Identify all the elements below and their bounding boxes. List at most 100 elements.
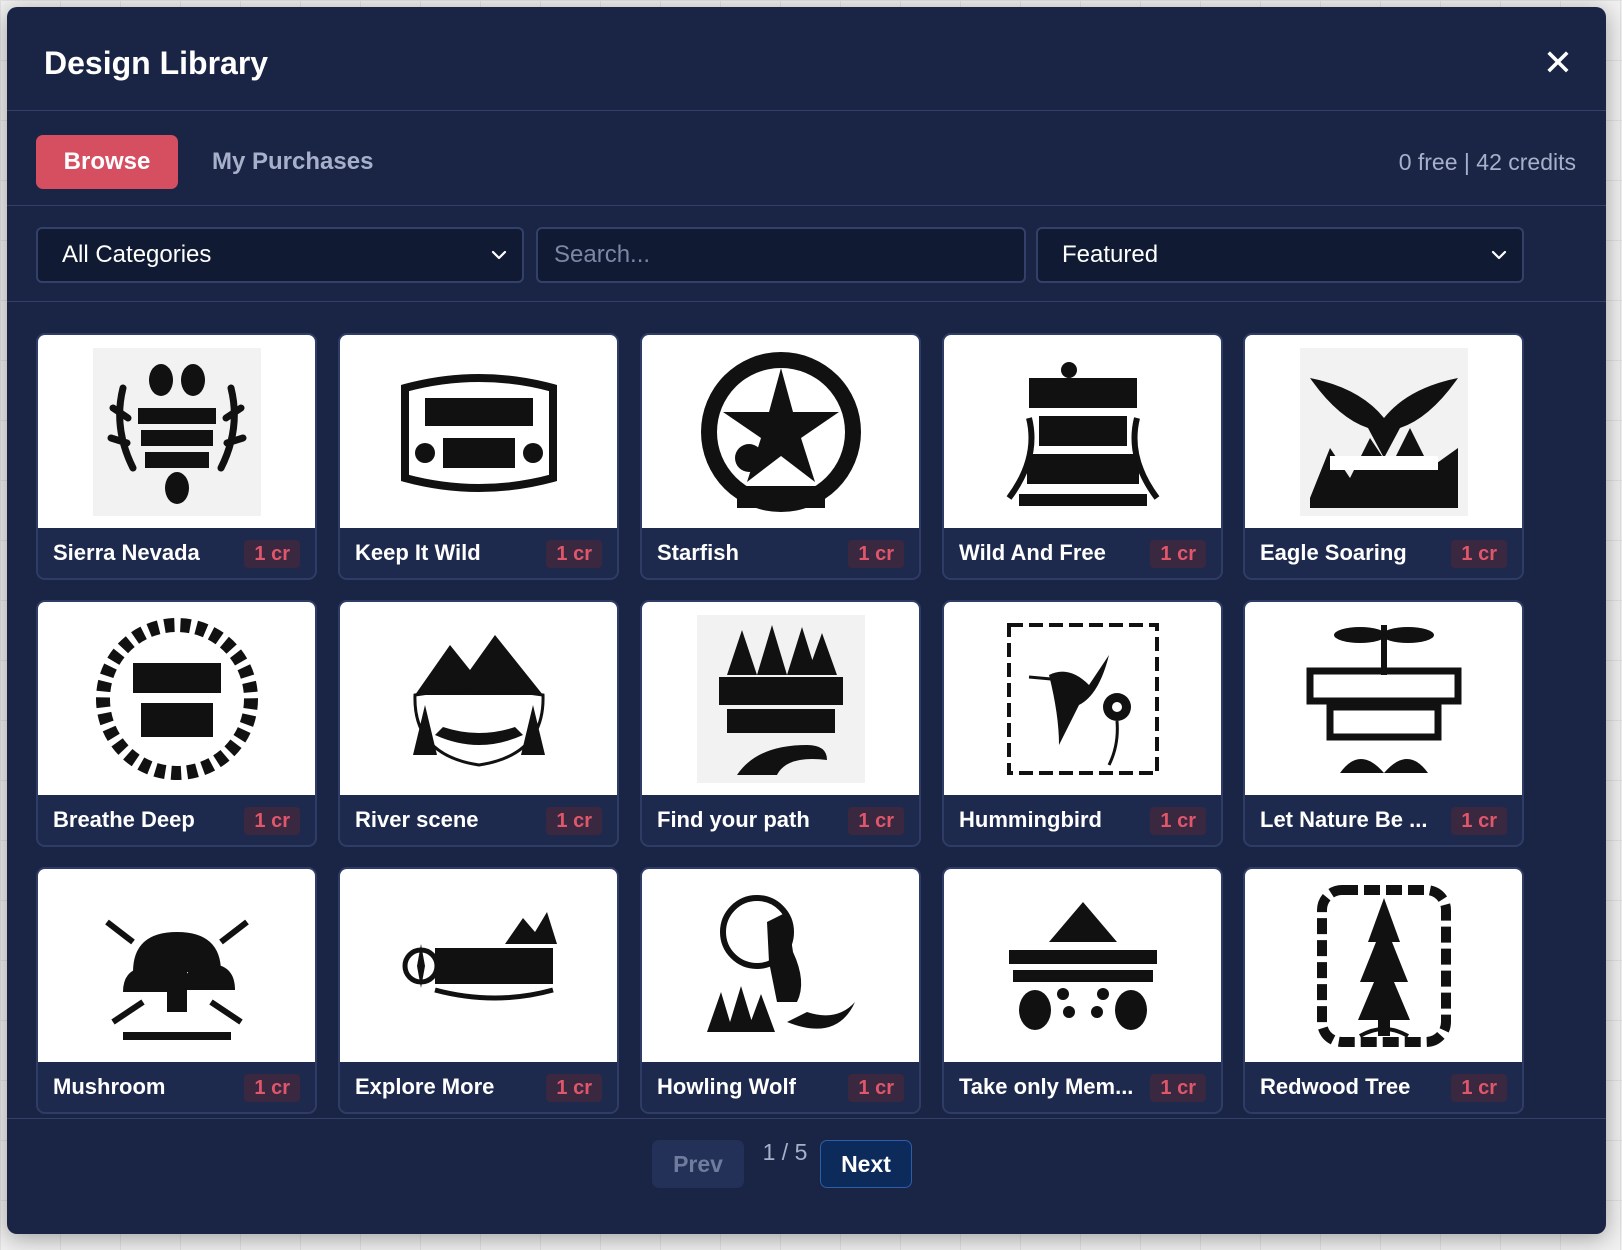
design-card-footer: Explore More 1 cr (340, 1062, 617, 1112)
design-thumbnail (340, 335, 617, 528)
design-name: Howling Wolf (657, 1074, 796, 1099)
design-thumbnail (944, 602, 1221, 795)
design-thumbnail (1245, 335, 1522, 528)
category-select[interactable]: All Categories (36, 227, 524, 283)
price-badge: 1 cr (244, 540, 300, 568)
page-indicator: 1 / 5 (762, 1139, 808, 1165)
design-card-footer: Redwood Tree 1 cr (1245, 1062, 1522, 1112)
design-card[interactable]: Let Nature Be ... 1 cr (1243, 600, 1524, 847)
pagination: Prev 1 / 5 Next (7, 1118, 1606, 1234)
price-badge: 1 cr (1150, 540, 1206, 568)
mountain-canoe-icon (412, 634, 545, 767)
design-name: River scene (355, 807, 479, 832)
price-badge: 1 cr (848, 807, 904, 835)
antlers-pinecone-icon (92, 347, 261, 516)
design-thumbnail (38, 335, 315, 528)
forest-path-icon (696, 614, 865, 783)
design-card-footer: Keep It Wild 1 cr (340, 528, 617, 578)
design-card[interactable]: Find your path 1 cr (640, 600, 921, 847)
design-card[interactable]: Redwood Tree 1 cr (1243, 867, 1524, 1114)
design-card[interactable]: Breathe Deep 1 cr (36, 600, 317, 847)
next-button[interactable]: Next (820, 1140, 912, 1188)
sort-select[interactable]: Featured (1036, 227, 1524, 283)
design-card[interactable]: River scene 1 cr (338, 600, 619, 847)
design-card-footer: Find your path 1 cr (642, 795, 919, 845)
design-thumbnail (38, 602, 315, 795)
price-badge: 1 cr (1150, 807, 1206, 835)
design-card-footer: Breathe Deep 1 cr (38, 795, 315, 845)
design-card-footer: Take only Mem... 1 cr (944, 1062, 1221, 1112)
design-thumbnail (340, 602, 617, 795)
design-card[interactable]: Wild And Free 1 cr (942, 333, 1223, 580)
search-input[interactable] (538, 229, 1024, 281)
price-badge: 1 cr (546, 1074, 602, 1102)
design-card-footer: Howling Wolf 1 cr (642, 1062, 919, 1112)
eagle-icon (1299, 347, 1468, 516)
compass-mountain-icon (402, 911, 557, 1000)
tab-my-purchases[interactable]: My Purchases (212, 135, 373, 189)
design-card-footer: Starfish 1 cr (642, 528, 919, 578)
category-select-value: All Categories (62, 241, 212, 268)
design-card[interactable]: Eagle Soaring 1 cr (1243, 333, 1524, 580)
design-card[interactable]: Keep It Wild 1 cr (338, 333, 619, 580)
price-badge: 1 cr (1451, 540, 1507, 568)
design-thumbnail (38, 869, 315, 1062)
tab-browse[interactable]: Browse (36, 135, 178, 189)
sort-select-value: Featured (1062, 241, 1159, 268)
design-thumbnail (944, 869, 1221, 1062)
design-name: Find your path (657, 807, 810, 832)
design-name: Keep It Wild (355, 540, 481, 565)
mushroom-icon (104, 919, 249, 1040)
design-thumbnail (642, 602, 919, 795)
design-thumbnail (1245, 602, 1522, 795)
price-badge: 1 cr (244, 1074, 300, 1102)
design-name: Explore More (355, 1074, 495, 1099)
footprints-icon (1008, 901, 1157, 1030)
design-thumbnail (642, 869, 919, 1062)
chevron-down-icon (1491, 250, 1507, 260)
design-name: Mushroom (53, 1074, 166, 1099)
design-card-footer: Sierra Nevada 1 cr (38, 528, 315, 578)
design-name: Eagle Soaring (1260, 540, 1407, 565)
modal-header: Design Library ✕ (7, 7, 1606, 111)
wolf-moon-icon (706, 894, 855, 1032)
design-card[interactable]: Explore More 1 cr (338, 867, 619, 1114)
dragonfly-icon (1306, 624, 1461, 773)
design-card[interactable]: Take only Mem... 1 cr (942, 867, 1223, 1114)
design-card-footer: Mushroom 1 cr (38, 1062, 315, 1112)
design-grid: Sierra Nevada 1 cr Keep It Wild 1 cr Starfis… (36, 333, 1577, 1145)
price-badge: 1 cr (848, 540, 904, 568)
price-badge: 1 cr (244, 807, 300, 835)
design-card[interactable]: Sierra Nevada 1 cr (36, 333, 317, 580)
filters-row: All Categories Featured (7, 206, 1606, 302)
design-card[interactable]: Howling Wolf 1 cr (640, 867, 921, 1114)
design-card[interactable]: Mushroom 1 cr (36, 867, 317, 1114)
design-card[interactable]: Starfish 1 cr (640, 333, 921, 580)
design-thumbnail (944, 335, 1221, 528)
design-name: Let Nature Be ... (1260, 807, 1428, 832)
design-thumbnail (340, 869, 617, 1062)
design-library-modal: Design Library ✕ Browse My Purchases 0 f… (7, 7, 1606, 1234)
bear-paw-banner-icon (400, 373, 557, 492)
price-badge: 1 cr (1451, 807, 1507, 835)
design-card-footer: Wild And Free 1 cr (944, 528, 1221, 578)
design-card[interactable]: Hummingbird 1 cr (942, 600, 1223, 847)
modal-title: Design Library (44, 45, 269, 81)
search-input-wrapper (536, 227, 1026, 283)
leaf-wreath-icon (95, 617, 258, 780)
design-card-footer: Hummingbird 1 cr (944, 795, 1221, 845)
redwood-tree-icon (1316, 884, 1451, 1047)
design-name: Wild And Free (959, 540, 1106, 565)
price-badge: 1 cr (848, 1074, 904, 1102)
wildflowers-icon (1006, 361, 1159, 506)
design-name: Redwood Tree (1260, 1074, 1411, 1099)
design-name: Sierra Nevada (53, 540, 200, 565)
close-icon[interactable]: ✕ (1538, 43, 1578, 83)
design-name: Starfish (657, 540, 739, 565)
design-thumbnail (1245, 869, 1522, 1062)
price-badge: 1 cr (1150, 1074, 1206, 1102)
design-name: Take only Mem... (959, 1074, 1134, 1099)
design-card-footer: Eagle Soaring 1 cr (1245, 528, 1522, 578)
design-name: Breathe Deep (53, 807, 195, 832)
prev-button[interactable]: Prev (652, 1140, 744, 1188)
